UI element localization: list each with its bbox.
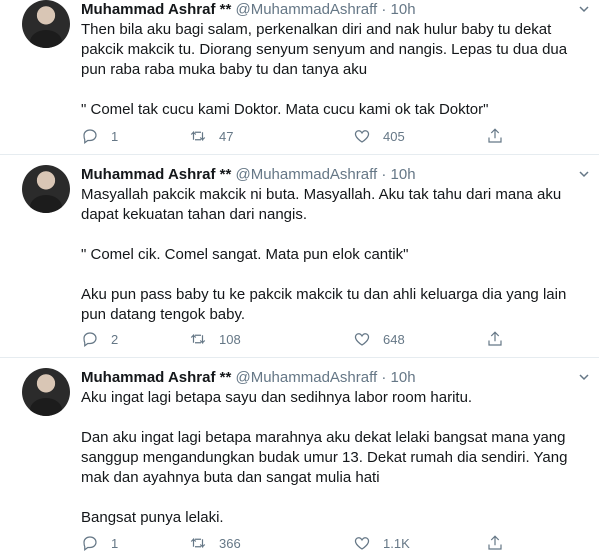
retweet-icon	[190, 130, 206, 142]
reply-button[interactable]: 1	[81, 533, 118, 553]
reply-button[interactable]: 1	[81, 126, 118, 146]
tweet-paragraph: Dan aku ingat lagi betapa marahnya aku d…	[81, 429, 568, 486]
like-count: 1.1K	[383, 535, 410, 551]
tweet-actions: 2 108 648	[81, 329, 511, 349]
tweet-header: Muhammad Ashraf ** @MuhammadAshraff · 10…	[81, 368, 416, 388]
tweet-text: Masyallah pakcik makcik ni buta. Masyall…	[81, 185, 593, 325]
like-button[interactable]: 648	[353, 329, 405, 349]
share-icon	[488, 128, 502, 143]
reply-icon	[83, 536, 97, 551]
tweet-text: Aku ingat lagi betapa sayu dan sedihnya …	[81, 388, 593, 528]
timestamp[interactable]: 10h	[391, 1, 416, 18]
user-name[interactable]: Muhammad Ashraf **	[81, 369, 231, 386]
tweet-paragraph: Aku ingat lagi betapa sayu dan sedihnya …	[81, 389, 473, 406]
reply-icon	[83, 129, 97, 144]
timestamp[interactable]: 10h	[391, 369, 416, 386]
separator-dot: ·	[381, 369, 387, 386]
tweet[interactable]: Muhammad Ashraf ** @MuhammadAshraff · 10…	[0, 155, 599, 358]
like-count: 648	[383, 331, 405, 347]
tweet-paragraph: Then bila aku bagi salam, perkenalkan di…	[81, 21, 568, 78]
separator-dot: ·	[381, 166, 387, 183]
tweet-actions: 1 47 405	[81, 126, 511, 146]
avatar[interactable]	[22, 0, 70, 48]
avatar[interactable]	[22, 165, 70, 213]
tweet-paragraph: Aku pun pass baby tu ke pakcik makcik tu…	[81, 286, 567, 323]
retweet-count: 47	[219, 128, 234, 144]
chevron-down-icon[interactable]	[579, 4, 589, 14]
heart-icon	[354, 537, 370, 550]
tweet-text: Then bila aku bagi salam, perkenalkan di…	[81, 20, 593, 120]
user-handle[interactable]: @MuhammadAshraff	[235, 369, 377, 386]
heart-icon	[354, 333, 370, 346]
reply-icon	[83, 332, 97, 347]
tweet-header: Muhammad Ashraf ** @MuhammadAshraff · 10…	[81, 0, 416, 20]
retweet-button[interactable]: 366	[189, 533, 241, 553]
share-button[interactable]	[486, 533, 516, 553]
reply-count: 2	[111, 331, 119, 347]
avatar[interactable]	[22, 368, 70, 416]
share-button[interactable]	[486, 126, 516, 146]
chevron-down-icon[interactable]	[579, 372, 589, 382]
tweet-paragraph: Masyallah pakcik makcik ni buta. Masyall…	[81, 186, 562, 223]
tweet-paragraph: " Comel cik. Comel sangat. Mata pun elok…	[81, 246, 409, 263]
retweet-icon	[190, 537, 206, 549]
heart-icon	[354, 130, 370, 143]
like-button[interactable]: 405	[353, 126, 405, 146]
reply-count: 1	[111, 128, 119, 144]
user-handle[interactable]: @MuhammadAshraff	[235, 166, 377, 183]
tweet-actions: 1 366 1.1K	[81, 533, 511, 553]
retweet-button[interactable]: 47	[189, 126, 233, 146]
retweet-button[interactable]: 108	[189, 329, 241, 349]
share-icon	[488, 535, 502, 550]
reply-button[interactable]: 2	[81, 329, 118, 349]
tweet-paragraph: Bangsat punya lelaki.	[81, 509, 224, 526]
tweet[interactable]: Muhammad Ashraf ** @MuhammadAshraff · 10…	[0, 0, 599, 155]
chevron-down-icon[interactable]	[579, 169, 589, 179]
timestamp[interactable]: 10h	[391, 166, 416, 183]
retweet-count: 108	[219, 331, 241, 347]
user-name[interactable]: Muhammad Ashraf **	[81, 1, 231, 18]
retweet-icon	[190, 333, 206, 345]
user-name[interactable]: Muhammad Ashraf **	[81, 166, 231, 183]
reply-count: 1	[111, 535, 119, 551]
tweet-paragraph: " Comel tak cucu kami Doktor. Mata cucu …	[81, 101, 489, 118]
separator-dot: ·	[381, 1, 387, 18]
share-icon	[488, 331, 502, 346]
share-button[interactable]	[486, 329, 516, 349]
retweet-count: 366	[219, 535, 241, 551]
tweet-header: Muhammad Ashraf ** @MuhammadAshraff · 10…	[81, 165, 416, 185]
like-button[interactable]: 1.1K	[353, 533, 410, 553]
like-count: 405	[383, 128, 405, 144]
user-handle[interactable]: @MuhammadAshraff	[235, 1, 377, 18]
tweet[interactable]: Muhammad Ashraf ** @MuhammadAshraff · 10…	[0, 358, 599, 551]
